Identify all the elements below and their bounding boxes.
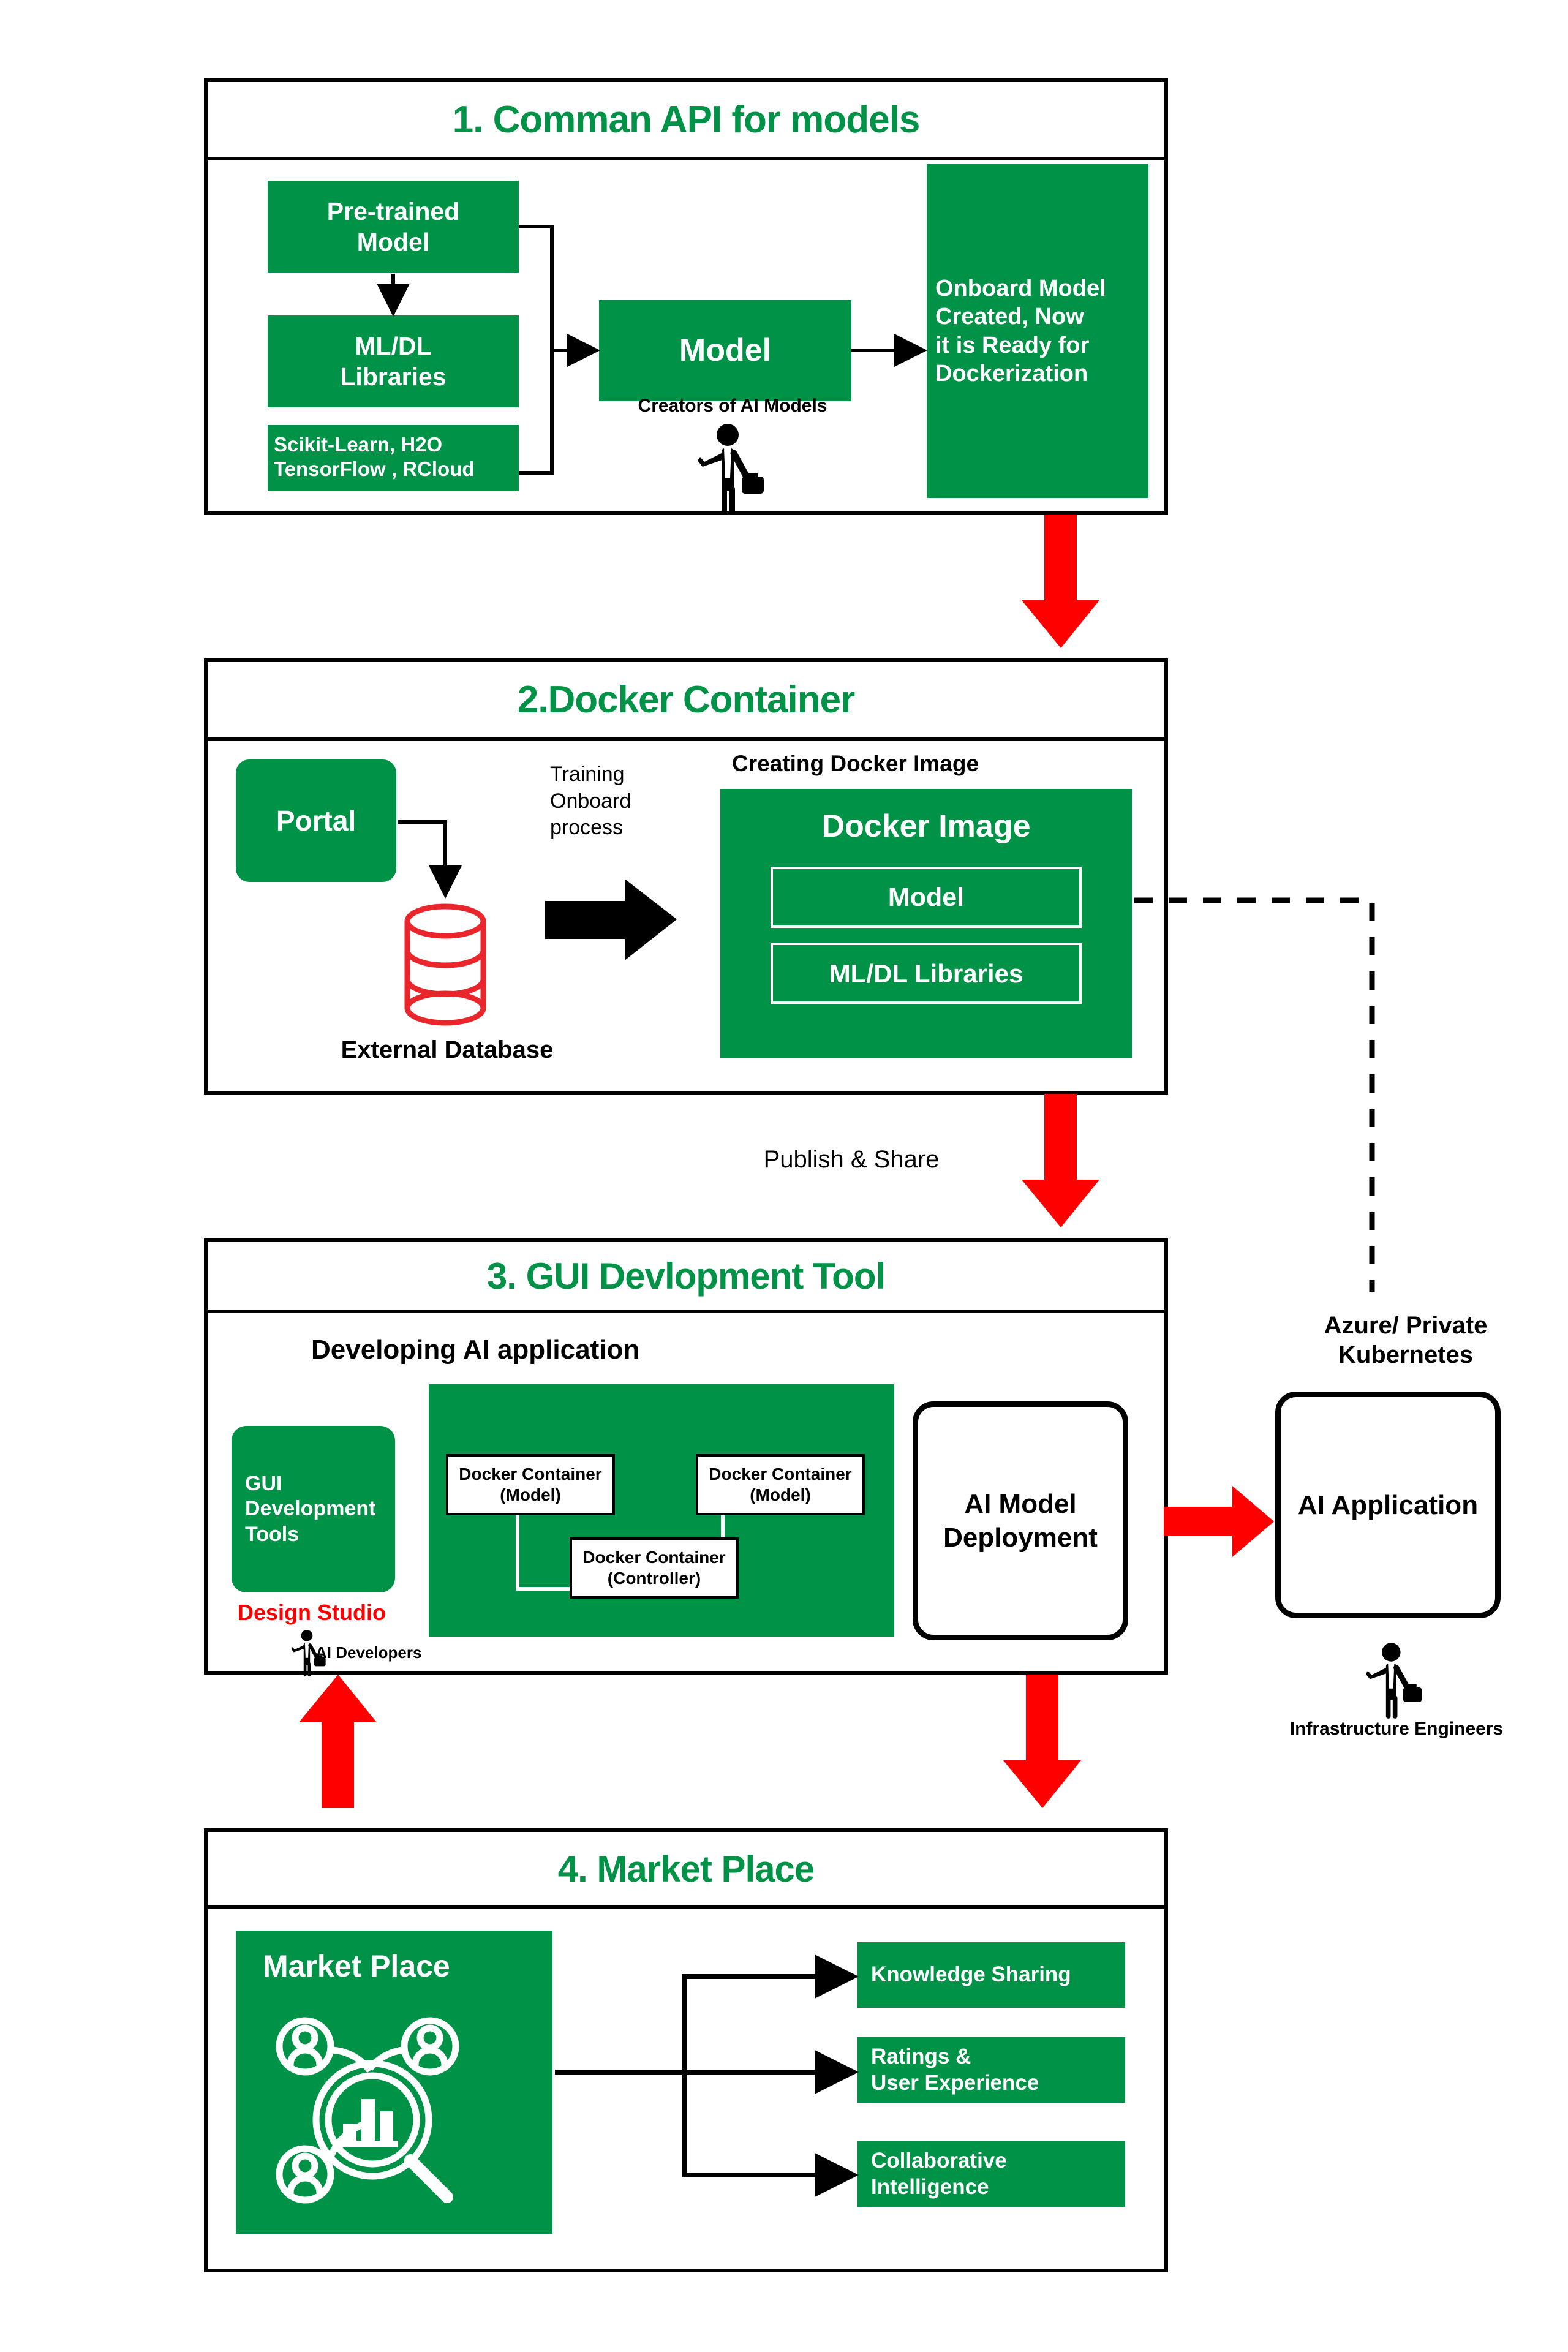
diagram-canvas: 1. Comman API for models Pre-trained Mod… (0, 0, 1568, 2352)
marketplace-connectors (555, 1954, 859, 2197)
